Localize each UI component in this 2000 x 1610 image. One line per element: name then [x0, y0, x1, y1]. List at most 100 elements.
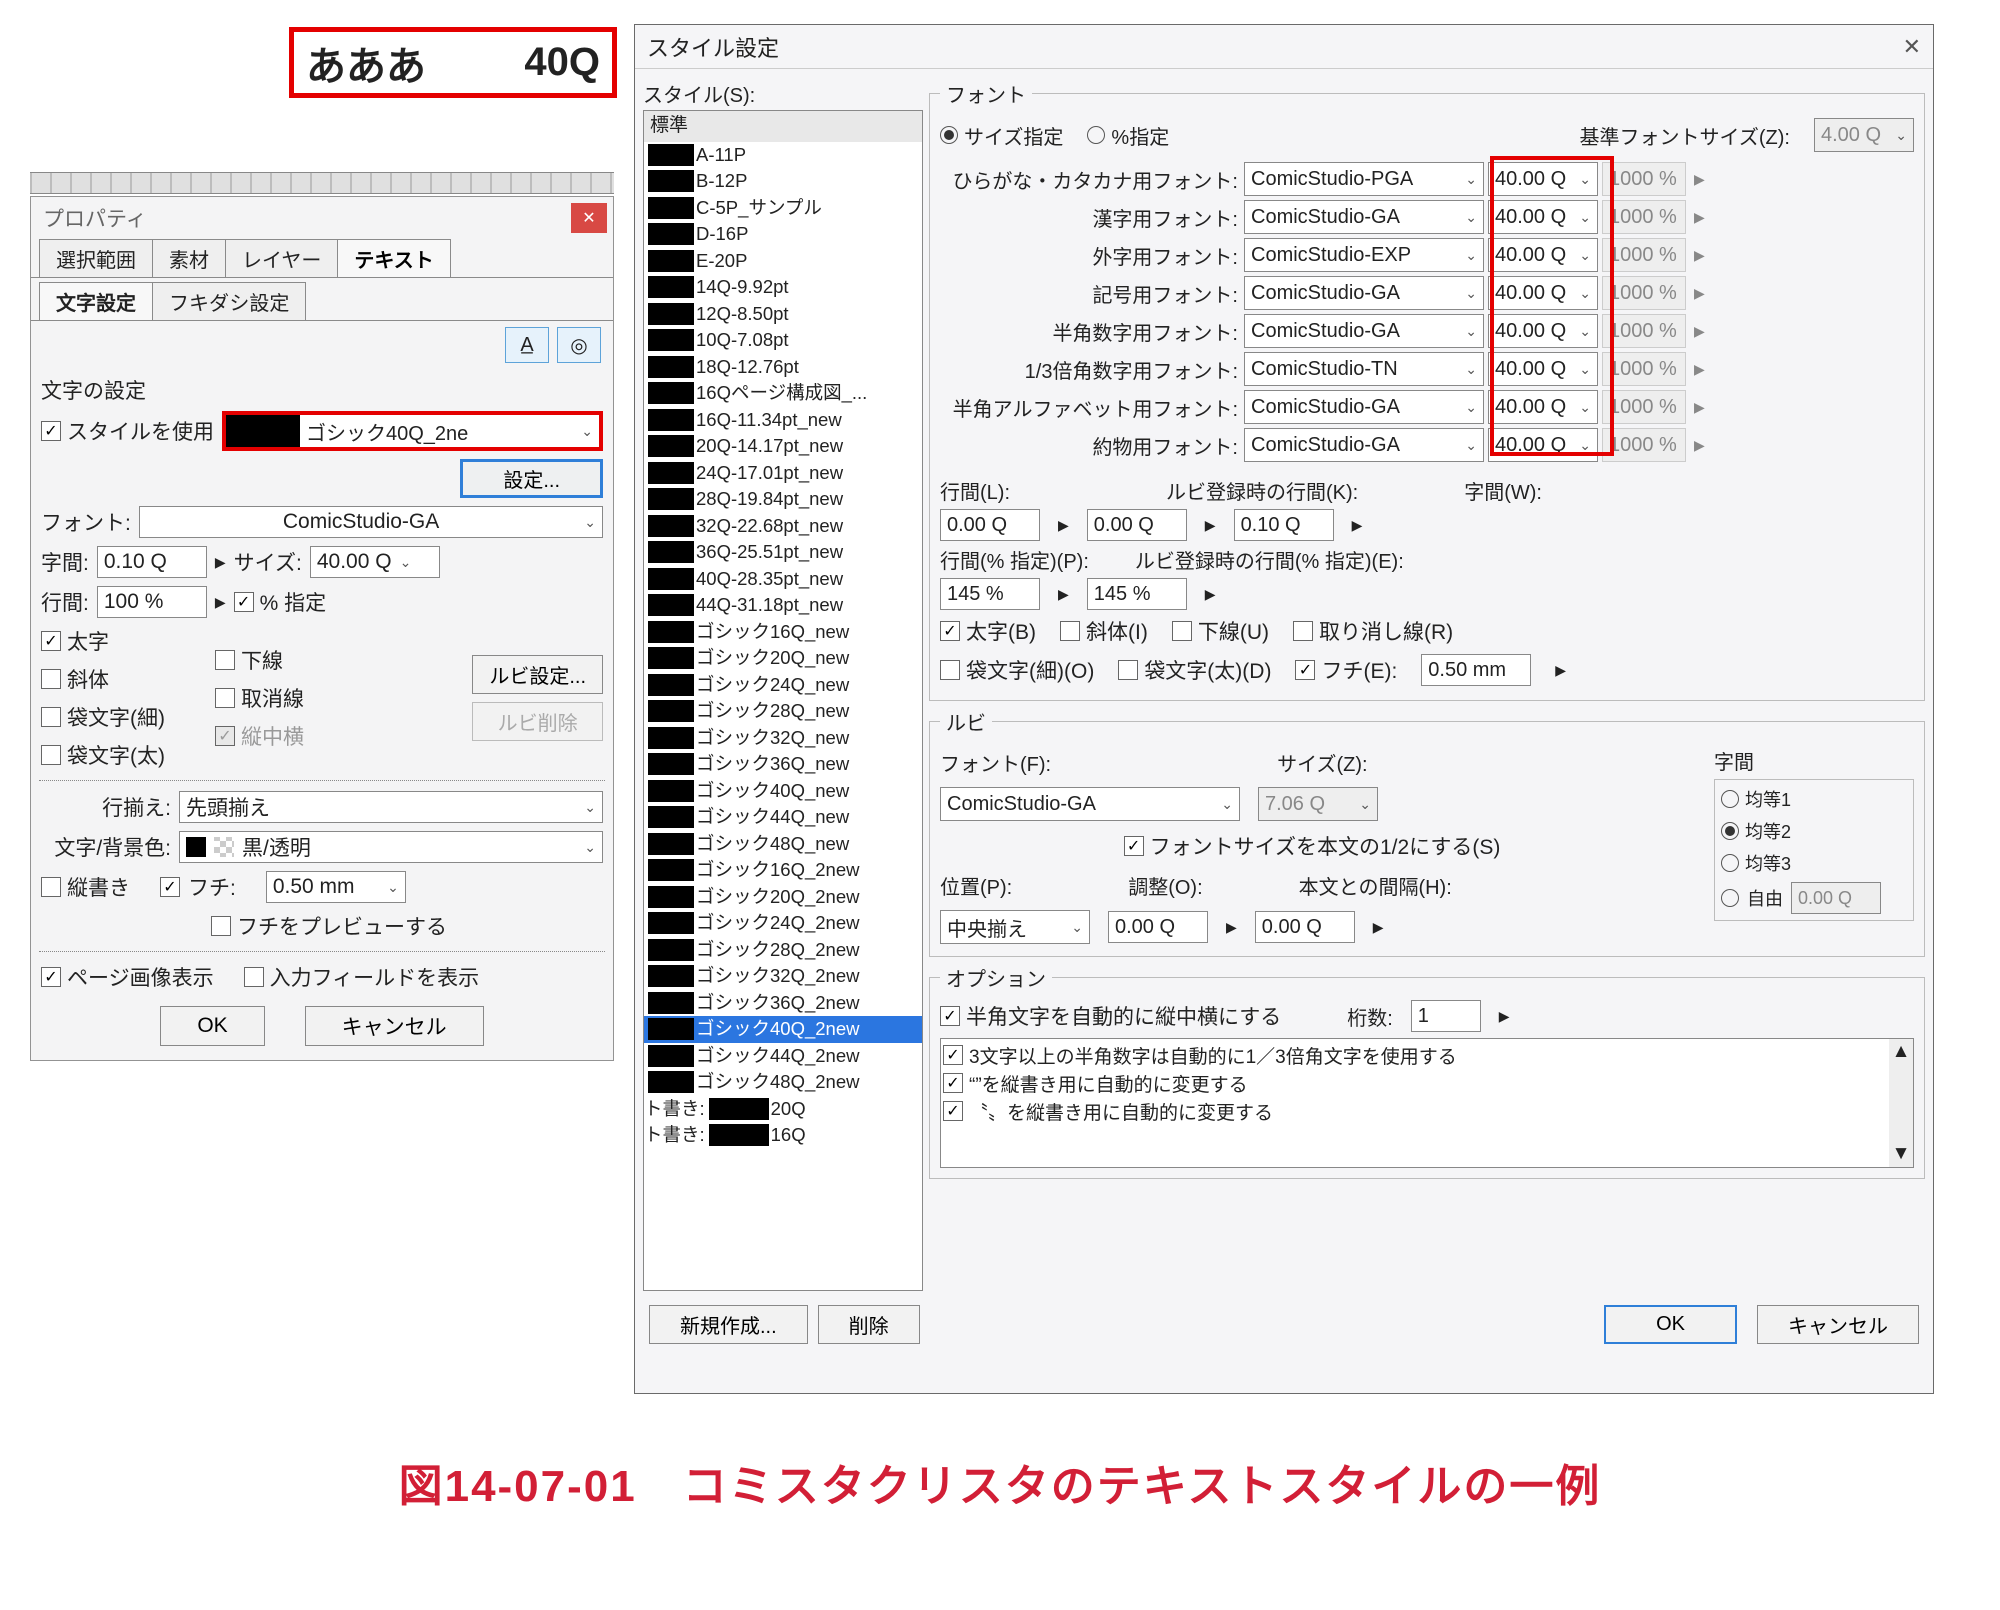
- outline-thick-d-check[interactable]: 袋文字(太)(D): [1118, 655, 1271, 685]
- percent-spec-check[interactable]: % 指定: [234, 587, 327, 617]
- ruby-pos-select[interactable]: 中央揃え⌄: [940, 910, 1090, 944]
- italic-i-check[interactable]: 斜体(I): [1060, 616, 1148, 646]
- font-name-select[interactable]: ComicStudio-EXP⌄: [1244, 238, 1484, 272]
- font-q-select[interactable]: 40.00 Q⌄: [1488, 352, 1598, 386]
- delete-style-button[interactable]: 削除: [818, 1305, 920, 1344]
- style-list-item[interactable]: 44Q-31.18pt_new: [644, 592, 922, 619]
- style-list-item[interactable]: ゴシック16Q_2new: [644, 857, 922, 884]
- arrow-right-icon[interactable]: ▶: [1205, 586, 1216, 603]
- style-list-item[interactable]: ゴシック20Q_2new: [644, 884, 922, 911]
- scroll-down-icon[interactable]: ▼: [1892, 1143, 1911, 1165]
- font-name-select[interactable]: ComicStudio-GA⌄: [1244, 276, 1484, 310]
- edge-check[interactable]: フチ:: [160, 872, 236, 902]
- style-list-item[interactable]: 24Q-17.01pt_new: [644, 460, 922, 487]
- dialog-ok-button[interactable]: OK: [1604, 1305, 1737, 1344]
- font-name-select[interactable]: ComicStudio-GA⌄: [1244, 428, 1484, 462]
- ruby-k-input[interactable]: 0.00 Q: [1087, 509, 1187, 541]
- italic-check[interactable]: 斜体: [41, 664, 165, 694]
- bold-check[interactable]: 太字: [41, 626, 165, 656]
- subtab-balloon-settings[interactable]: フキダシ設定: [152, 282, 306, 320]
- ruby-pct-input[interactable]: 145 %: [1087, 578, 1187, 610]
- style-list-item[interactable]: ゴシック32Q_new: [644, 725, 922, 752]
- subtab-char-settings[interactable]: 文字設定: [39, 282, 153, 320]
- dialog-cancel-button[interactable]: キャンセル: [1757, 1305, 1919, 1344]
- option-check[interactable]: [943, 1073, 963, 1093]
- font-q-select[interactable]: 40.00 Q⌄: [1488, 390, 1598, 424]
- show-input-field-check[interactable]: 入力フィールドを表示: [244, 962, 480, 992]
- style-list-item[interactable]: ゴシック44Q_new: [644, 804, 922, 831]
- ruby-kern-1[interactable]: 均等1: [1721, 786, 1907, 812]
- style-list-item[interactable]: D-16P: [644, 221, 922, 248]
- kern-w-input[interactable]: 0.10 Q: [1234, 509, 1334, 541]
- arrow-right-icon[interactable]: ▶: [1352, 517, 1363, 534]
- arrow-right-icon[interactable]: ▶: [1373, 919, 1384, 936]
- strike-check[interactable]: 取消線: [215, 683, 304, 713]
- scrollbar[interactable]: ▲▼: [1889, 1039, 1913, 1167]
- option-list-item[interactable]: 〝〟を縦書き用に自動的に変更する: [943, 1097, 1911, 1125]
- style-list-item[interactable]: ゴシック32Q_2new: [644, 963, 922, 990]
- style-list-item[interactable]: 12Q-8.50pt: [644, 301, 922, 328]
- edge-e-check[interactable]: フチ(E):: [1295, 655, 1397, 685]
- font-q-select[interactable]: 40.00 Q⌄: [1488, 276, 1598, 310]
- style-list-item[interactable]: ゴシック36Q_2new: [644, 990, 922, 1017]
- option-check[interactable]: [943, 1045, 963, 1065]
- style-list-item[interactable]: ゴシック48Q_2new: [644, 1069, 922, 1096]
- style-list-item[interactable]: ゴシック28Q_2new: [644, 937, 922, 964]
- underline-u-check[interactable]: 下線(U): [1172, 616, 1269, 646]
- outline-thick-check[interactable]: 袋文字(太): [41, 740, 165, 770]
- size-input[interactable]: 40.00 Q⌄: [310, 546, 440, 578]
- edge-e-input[interactable]: 0.50 mm: [1421, 654, 1531, 686]
- arrow-right-icon[interactable]: ▶: [1499, 1008, 1510, 1025]
- outline-thin-check[interactable]: 袋文字(細): [41, 702, 165, 732]
- text-target-icon[interactable]: ◎: [557, 327, 601, 363]
- use-style-check[interactable]: スタイルを使用: [41, 416, 214, 446]
- text-frame-icon[interactable]: A̲: [505, 327, 549, 363]
- arrow-right-icon[interactable]: ▶: [215, 594, 226, 611]
- style-list-item[interactable]: 10Q-7.08pt: [644, 327, 922, 354]
- style-list-item[interactable]: 16Q-11.34pt_new: [644, 407, 922, 434]
- style-list-item[interactable]: 28Q-19.84pt_new: [644, 486, 922, 513]
- ruby-adj-input[interactable]: 0.00 Q: [1108, 911, 1208, 943]
- font-name-select[interactable]: ComicStudio-PGA⌄: [1244, 162, 1484, 196]
- show-page-image-check[interactable]: ページ画像表示: [41, 962, 214, 992]
- arrow-right-icon[interactable]: ▶: [1555, 662, 1566, 679]
- style-list-item[interactable]: ゴシック16Q_new: [644, 619, 922, 646]
- style-settings-button[interactable]: 設定...: [460, 459, 603, 498]
- option-check[interactable]: [943, 1101, 963, 1121]
- ruby-kern-free[interactable]: 自由 0.00 Q: [1721, 882, 1907, 914]
- font-select[interactable]: ComicStudio-GA⌄: [139, 506, 603, 538]
- scroll-up-icon[interactable]: ▲: [1892, 1041, 1911, 1063]
- style-list-item[interactable]: ゴシック20Q_new: [644, 645, 922, 672]
- font-q-select[interactable]: 40.00 Q⌄: [1488, 314, 1598, 348]
- arrow-right-icon[interactable]: ▶: [1226, 919, 1237, 936]
- style-list-item[interactable]: 36Q-25.51pt_new: [644, 539, 922, 566]
- ok-button[interactable]: OK: [160, 1006, 264, 1046]
- arrow-right-icon[interactable]: ▶: [1058, 517, 1069, 534]
- bold-b-check[interactable]: 太字(B): [940, 616, 1036, 646]
- new-style-button[interactable]: 新規作成...: [649, 1305, 808, 1344]
- style-list-item[interactable]: 18Q-12.76pt: [644, 354, 922, 381]
- strike-r-check[interactable]: 取り消し線(R): [1293, 616, 1453, 646]
- style-list-item[interactable]: ト書き:20Q: [644, 1096, 922, 1123]
- color-select[interactable]: 黒/透明⌄: [179, 831, 603, 863]
- font-q-select[interactable]: 40.00 Q⌄: [1488, 428, 1598, 462]
- style-list-item[interactable]: 14Q-9.92pt: [644, 274, 922, 301]
- line-l-input[interactable]: 0.00 Q: [940, 509, 1040, 541]
- tab-text[interactable]: テキスト: [337, 239, 450, 277]
- edge-input[interactable]: 0.50 mm⌄: [266, 871, 406, 903]
- ruby-gap-input[interactable]: 0.00 Q: [1255, 911, 1355, 943]
- style-list-item[interactable]: ゴシック40Q_2new: [644, 1016, 922, 1043]
- style-list-item[interactable]: ゴシック36Q_new: [644, 751, 922, 778]
- style-list-item[interactable]: ゴシック28Q_new: [644, 698, 922, 725]
- option-list-item[interactable]: “”を縦書き用に自動的に変更する: [943, 1069, 1911, 1097]
- font-name-select[interactable]: ComicStudio-GA⌄: [1244, 314, 1484, 348]
- style-list-item[interactable]: 40Q-28.35pt_new: [644, 566, 922, 593]
- style-list-item[interactable]: 16Qページ構成図_...: [644, 380, 922, 407]
- cancel-button[interactable]: キャンセル: [305, 1006, 484, 1046]
- kerning-input[interactable]: 0.10 Q: [97, 546, 207, 578]
- arrow-right-icon[interactable]: ▶: [1205, 517, 1216, 534]
- style-list-item[interactable]: ト書き:16Q: [644, 1122, 922, 1149]
- ruby-settings-button[interactable]: ルビ設定...: [472, 655, 603, 694]
- font-q-select[interactable]: 40.00 Q⌄: [1488, 200, 1598, 234]
- tab-material[interactable]: 素材: [152, 239, 226, 277]
